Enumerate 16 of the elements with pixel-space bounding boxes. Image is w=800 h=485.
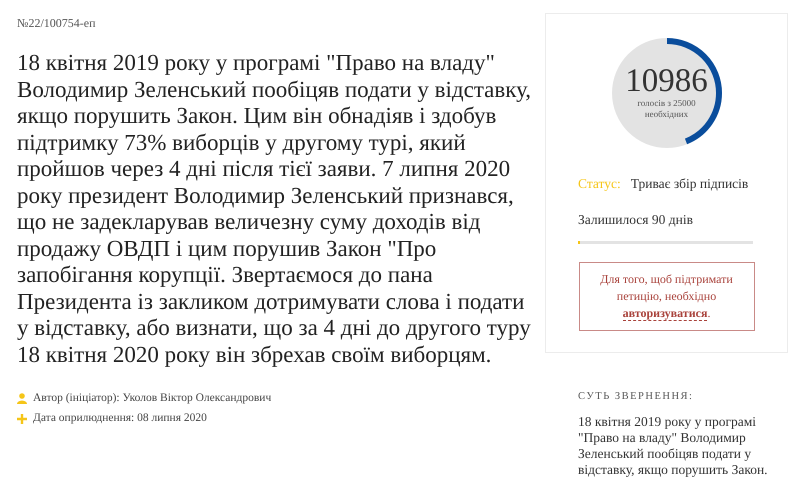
vote-caption: голосів з 25000 (637, 98, 696, 109)
meta-text: Дата оприлюднення: 08 липня 2020 (33, 411, 207, 426)
plus-icon (17, 414, 27, 424)
summary-heading: СУТЬ ЗВЕРНЕННЯ: (578, 390, 694, 404)
notice-suffix: . (707, 306, 710, 320)
summary-text: 18 квітня 2019 року у програмі "Право на владу" Володимир Зеленський пообіцяв подати у відставку, якщо порушить Закон. (578, 414, 769, 478)
status-value: Триває збір підписів (630, 175, 748, 193)
person-icon (17, 393, 27, 404)
vote-count: 10986 (625, 64, 708, 98)
petition-number: №22/100754-еп (17, 15, 97, 32)
meta-text: Автор (ініціатор): Уколов Віктор Олександрович (33, 391, 272, 406)
vote-caption: необхідних (644, 109, 688, 120)
status-label: Статус: (578, 175, 621, 193)
petition-text: 18 квітня 2019 року у програмі "Право на владу" Володимир Зеленський пообіцяв подати у відставку, якщо порушить Закон. Цим він обнадіяв і здобув підтримку 73% виборців у другому турі, який пройшов через 4 дні після тієї заяви. 7 липня 2020 року президент Володимир Зеленський признався, що не задекларував величезну суму доходів від продажу ОВДП і цим порушив Закон "Про запобігання корупції. Звертаємося до пана Президента із закликом дотримувати слова і подати у відставку, або визнати, що за 4 дні до другого туру 18 квітня 2020 року він збрехав своїм виборцям. (17, 50, 532, 368)
login-link[interactable]: авторизуватися (622, 306, 708, 320)
remaining-days: Залишилося 90 днів (546, 210, 693, 230)
